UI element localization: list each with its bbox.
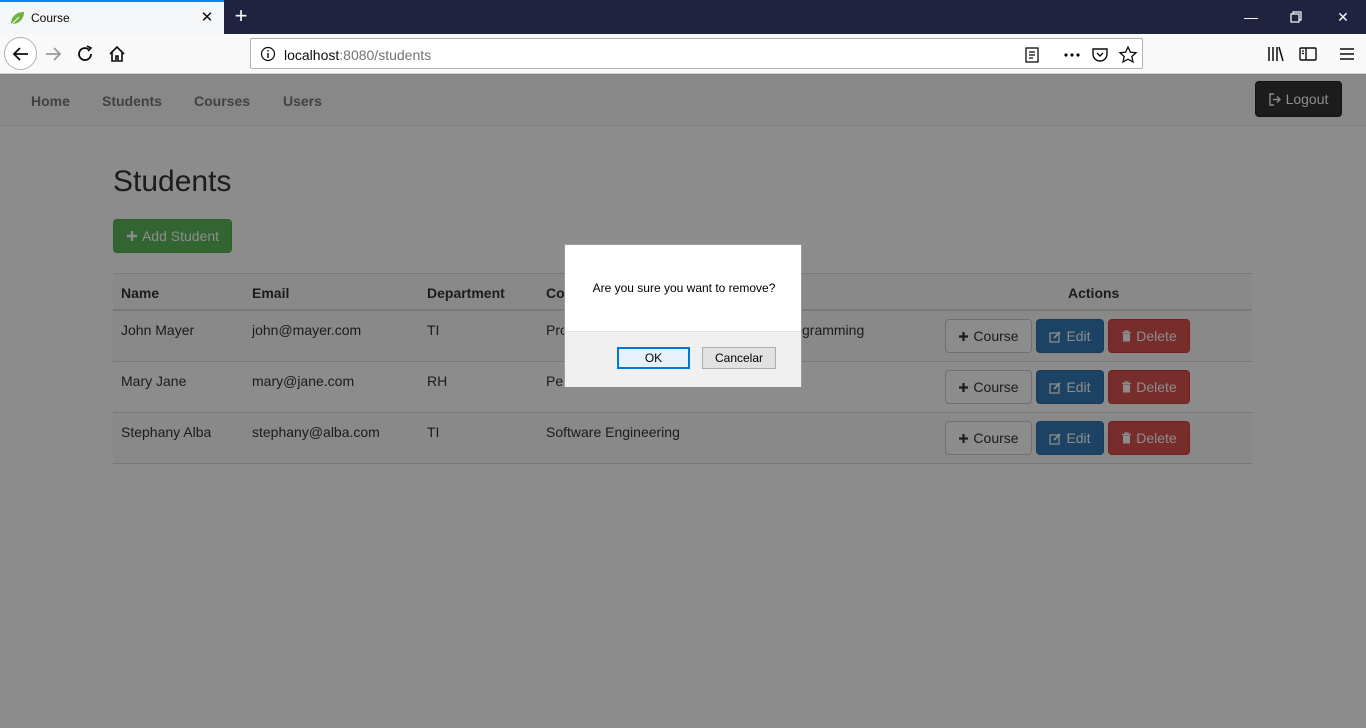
ok-button[interactable]: OK [617, 347, 690, 369]
menu-icon[interactable] [1333, 40, 1361, 68]
browser-tabbar: Course ✕ + — ✕ [0, 0, 1366, 34]
confirm-dialog: Are you sure you want to remove? OK Canc… [564, 244, 802, 387]
new-tab-icon[interactable]: + [230, 5, 252, 27]
leaf-icon [9, 10, 25, 26]
url-bar[interactable]: localhost:8080/students [250, 38, 1143, 69]
home-icon[interactable] [103, 40, 131, 68]
sidebar-icon[interactable] [1294, 40, 1322, 68]
reader-view-icon[interactable] [1022, 45, 1042, 65]
browser-tab[interactable]: Course ✕ [0, 0, 224, 34]
close-icon[interactable]: ✕ [199, 10, 215, 26]
pocket-icon[interactable] [1090, 45, 1110, 65]
modal-overlay [0, 74, 1366, 728]
url-text[interactable]: localhost:8080/students [284, 47, 431, 63]
bookmark-star-icon[interactable] [1118, 45, 1138, 65]
dialog-message: Are you sure you want to remove? [592, 281, 776, 295]
more-actions-icon[interactable] [1062, 45, 1082, 65]
cancel-button[interactable]: Cancelar [702, 347, 776, 369]
restore-icon[interactable] [1285, 6, 1307, 28]
window-close-icon[interactable]: ✕ [1332, 6, 1354, 28]
dialog-footer: OK Cancelar [565, 331, 801, 387]
url-path: :8080/students [339, 47, 432, 63]
info-icon[interactable] [260, 46, 276, 62]
forward-arrow-icon[interactable] [39, 40, 67, 68]
tab-title: Course [31, 11, 70, 25]
library-icon[interactable] [1262, 40, 1290, 68]
reload-icon[interactable] [71, 40, 99, 68]
back-arrow-icon[interactable] [4, 37, 37, 70]
url-host: localhost [284, 47, 340, 63]
browser-navbar: localhost:8080/students [0, 34, 1366, 74]
minimize-icon[interactable]: — [1240, 6, 1262, 28]
